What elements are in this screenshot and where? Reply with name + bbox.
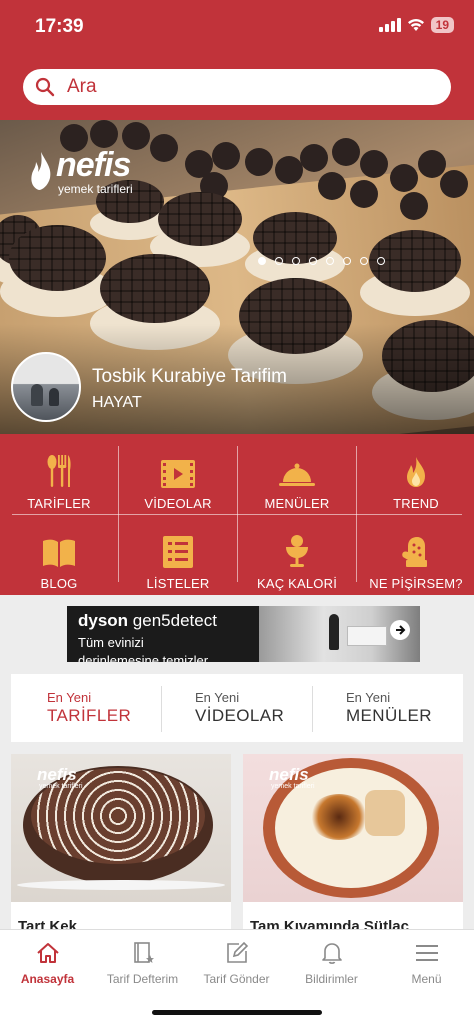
oven-mitt-icon bbox=[402, 537, 427, 567]
avatar[interactable] bbox=[11, 352, 81, 422]
slider-dot[interactable] bbox=[275, 257, 283, 265]
send-recipe-icon bbox=[226, 941, 248, 963]
slider-dot[interactable] bbox=[343, 257, 351, 265]
category-what-to-cook[interactable]: NE PİŞİRSEM? bbox=[357, 516, 474, 596]
wifi-icon bbox=[407, 19, 424, 31]
hero-author-name[interactable]: HAYAT bbox=[92, 394, 142, 412]
screen: 17:39 19 Ara nefis yemek tarifleri Tosbi… bbox=[0, 0, 474, 1024]
slider-dot[interactable] bbox=[360, 257, 368, 265]
category-label: KAÇ KALORİ bbox=[256, 576, 338, 591]
tab-notifications[interactable]: Bildirimler bbox=[284, 930, 379, 1000]
bell-icon bbox=[321, 943, 342, 964]
status-icons: 19 bbox=[378, 17, 454, 33]
ad-brand: dyson gen5detect bbox=[78, 611, 217, 630]
category-menus[interactable]: MENÜLER bbox=[238, 436, 356, 516]
flame-icon bbox=[407, 457, 425, 487]
category-label: LİSTELER bbox=[146, 576, 210, 591]
ad-text: derinlemesine temizler bbox=[78, 653, 209, 662]
tab-videos[interactable]: En Yeni VİDEOLAR bbox=[162, 674, 312, 742]
category-lists[interactable]: LİSTELER bbox=[119, 516, 237, 596]
app-header: 17:39 19 Ara bbox=[0, 0, 474, 120]
tab-send-recipe[interactable]: Tarif Gönder bbox=[189, 930, 284, 1000]
category-videos[interactable]: VİDEOLAR bbox=[119, 436, 237, 516]
status-time: 17:39 bbox=[35, 16, 84, 37]
signal-icon bbox=[378, 18, 401, 32]
category-label: MENÜLER bbox=[264, 496, 330, 511]
flame-logo-icon bbox=[31, 152, 51, 190]
notebook-icon bbox=[133, 942, 154, 963]
category-label: BLOG bbox=[40, 576, 78, 591]
home-indicator[interactable] bbox=[152, 1010, 322, 1015]
nefis-logo: nefis yemek tarifleri bbox=[28, 148, 133, 196]
tab-menus[interactable]: En Yeni MENÜLER bbox=[313, 674, 463, 742]
hamburger-icon bbox=[415, 945, 438, 961]
tab-recipe-notebook[interactable]: Tarif Defterim bbox=[95, 930, 190, 1000]
slider-dot[interactable] bbox=[292, 257, 300, 265]
category-blog[interactable]: BLOG bbox=[0, 516, 118, 596]
category-recipes[interactable]: TARİFLER bbox=[0, 436, 118, 516]
hero-recipe-title[interactable]: Tosbik Kurabiye Tarifim bbox=[92, 366, 287, 388]
recipe-card[interactable]: nefis yemek tarifleri Tart Kek bbox=[11, 754, 231, 934]
category-label: NE PİŞİRSEM? bbox=[369, 576, 463, 591]
arrow-right-icon[interactable] bbox=[390, 620, 410, 640]
list-icon bbox=[163, 536, 193, 568]
category-label: TARİFLER bbox=[27, 496, 91, 511]
cloche-icon bbox=[279, 463, 315, 486]
recipe-card[interactable]: nefis yemek tarifleri Tam Kıvamında Sütl… bbox=[243, 754, 463, 934]
slider-dot[interactable] bbox=[377, 257, 385, 265]
slider-dots[interactable] bbox=[258, 257, 385, 265]
ad-text: Tüm evinizi bbox=[78, 635, 144, 650]
slider-dot[interactable] bbox=[309, 257, 317, 265]
ice-cream-icon bbox=[286, 535, 308, 567]
tab-recipes[interactable]: En Yeni TARİFLER bbox=[11, 674, 161, 742]
home-icon bbox=[36, 943, 59, 963]
film-icon bbox=[161, 460, 195, 488]
slider-dot[interactable] bbox=[326, 257, 334, 265]
category-label: TREND bbox=[393, 496, 439, 511]
search-icon bbox=[35, 77, 55, 97]
nefis-logo: nefis yemek tarifleri bbox=[269, 765, 315, 790]
tab-menu[interactable]: Menü bbox=[379, 930, 474, 1000]
nefis-logo: nefis yemek tarifleri bbox=[37, 765, 83, 790]
tab-home[interactable]: Anasayfa bbox=[0, 930, 95, 1000]
search-input[interactable]: Ara bbox=[67, 76, 97, 98]
category-trend[interactable]: TREND bbox=[357, 436, 474, 516]
latest-tabs: En Yeni TARİFLER En Yeni VİDEOLAR En Yen… bbox=[11, 674, 463, 742]
battery-icon: 19 bbox=[430, 17, 454, 33]
utensils-icon bbox=[47, 455, 71, 487]
category-label: VİDEOLAR bbox=[144, 496, 212, 511]
slider-dot[interactable] bbox=[258, 257, 266, 265]
book-icon bbox=[43, 539, 75, 567]
search-bar[interactable]: Ara bbox=[23, 69, 451, 105]
category-calories[interactable]: KAÇ KALORİ bbox=[238, 516, 356, 596]
ad-banner[interactable]: dyson gen5detect Tüm evinizi derinlemesi… bbox=[67, 606, 420, 662]
